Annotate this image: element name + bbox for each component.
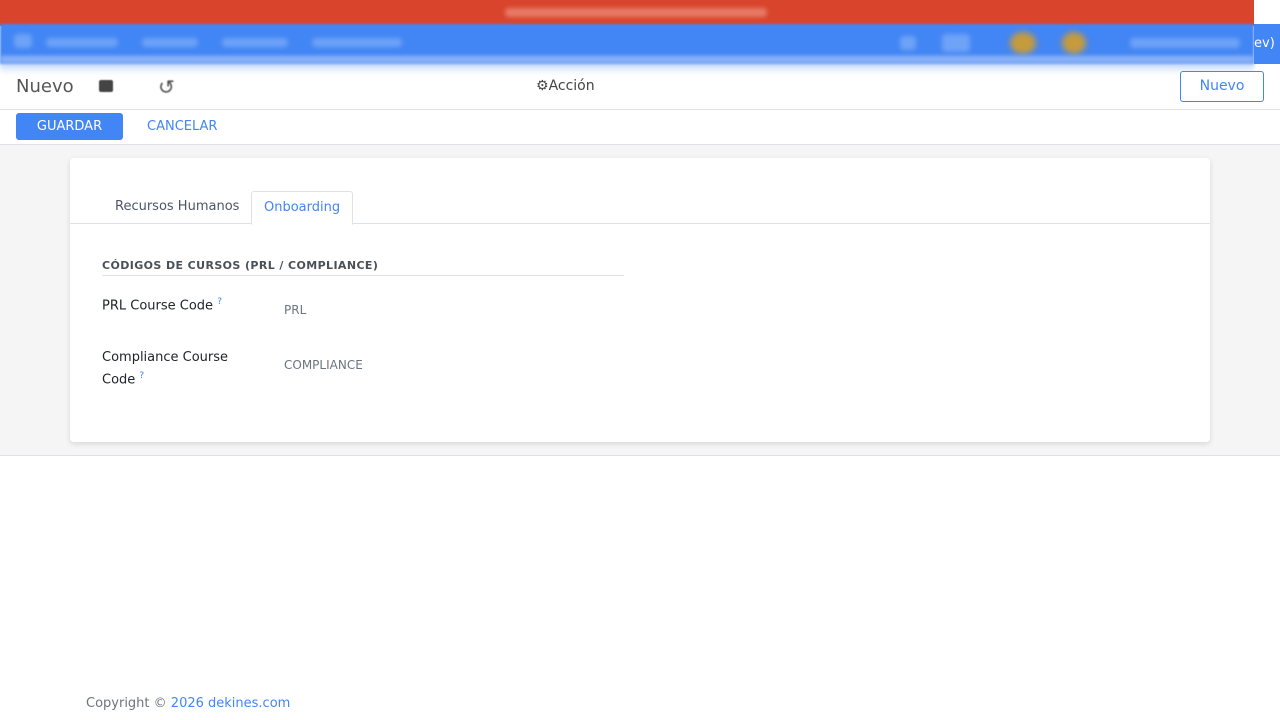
copyright-text: Copyright © <box>86 696 171 711</box>
nav-menu-item[interactable] <box>312 38 402 47</box>
environment-banner <box>0 0 1254 26</box>
action-menu-button[interactable]: ⚙Acción <box>536 78 595 94</box>
compliance-label-line1: Compliance Course <box>102 350 229 365</box>
compliance-course-code-label: Compliance Course Code ? <box>102 348 228 389</box>
save-button[interactable]: GUARDAR <box>16 113 123 140</box>
new-record-button[interactable]: Nuevo <box>1180 71 1264 102</box>
prl-course-code-label: PRL Course Code ? <box>102 293 222 315</box>
tab-onboarding[interactable]: Onboarding <box>251 191 354 225</box>
banner-text-blurred <box>505 8 767 17</box>
cancel-button[interactable]: CANCELAR <box>147 113 217 140</box>
footer-copyright: Copyright © 2026 dekines.com <box>86 696 290 711</box>
prl-course-code-field[interactable]: PRL <box>284 303 306 317</box>
search-icon[interactable] <box>900 36 916 50</box>
footer-link[interactable]: 2026 dekines.com <box>171 696 291 711</box>
notification-icon[interactable] <box>1010 32 1036 54</box>
action-label: Acción <box>548 78 595 94</box>
form-sheet: Recursos Humanos Onboarding CÓDIGOS DE C… <box>70 158 1210 442</box>
breadcrumb-title: Nuevo <box>16 76 74 97</box>
gear-icon: ⚙ <box>536 78 549 94</box>
messages-icon[interactable] <box>942 34 970 52</box>
apps-menu-icon[interactable] <box>14 34 32 48</box>
tabs-underline <box>70 223 1210 224</box>
control-panel-divider <box>0 109 1280 110</box>
nav-menu-item[interactable] <box>222 38 288 47</box>
compliance-course-code-field[interactable]: COMPLIANCE <box>284 358 363 372</box>
nav-menu-item[interactable] <box>46 38 118 47</box>
nav-menu-item[interactable] <box>142 38 198 47</box>
compliance-label-line2: Code <box>102 372 136 388</box>
help-tooltip-icon[interactable]: ? <box>217 297 222 307</box>
prl-label-text: PRL Course Code <box>102 298 214 314</box>
activity-icon[interactable] <box>1062 32 1086 54</box>
save-record-icon[interactable] <box>99 80 113 92</box>
group-separator <box>102 275 624 276</box>
discard-icon[interactable]: ↺ <box>158 75 175 99</box>
help-tooltip-icon[interactable]: ? <box>139 371 144 381</box>
tab-recursos-humanos[interactable]: Recursos Humanos <box>103 191 251 223</box>
user-menu-text-fragment[interactable]: ev) <box>1254 24 1280 64</box>
group-title: CÓDIGOS DE CURSOS (PRL / COMPLIANCE) <box>102 259 379 272</box>
navbar-fade <box>0 56 1254 74</box>
user-menu[interactable] <box>1130 38 1240 48</box>
